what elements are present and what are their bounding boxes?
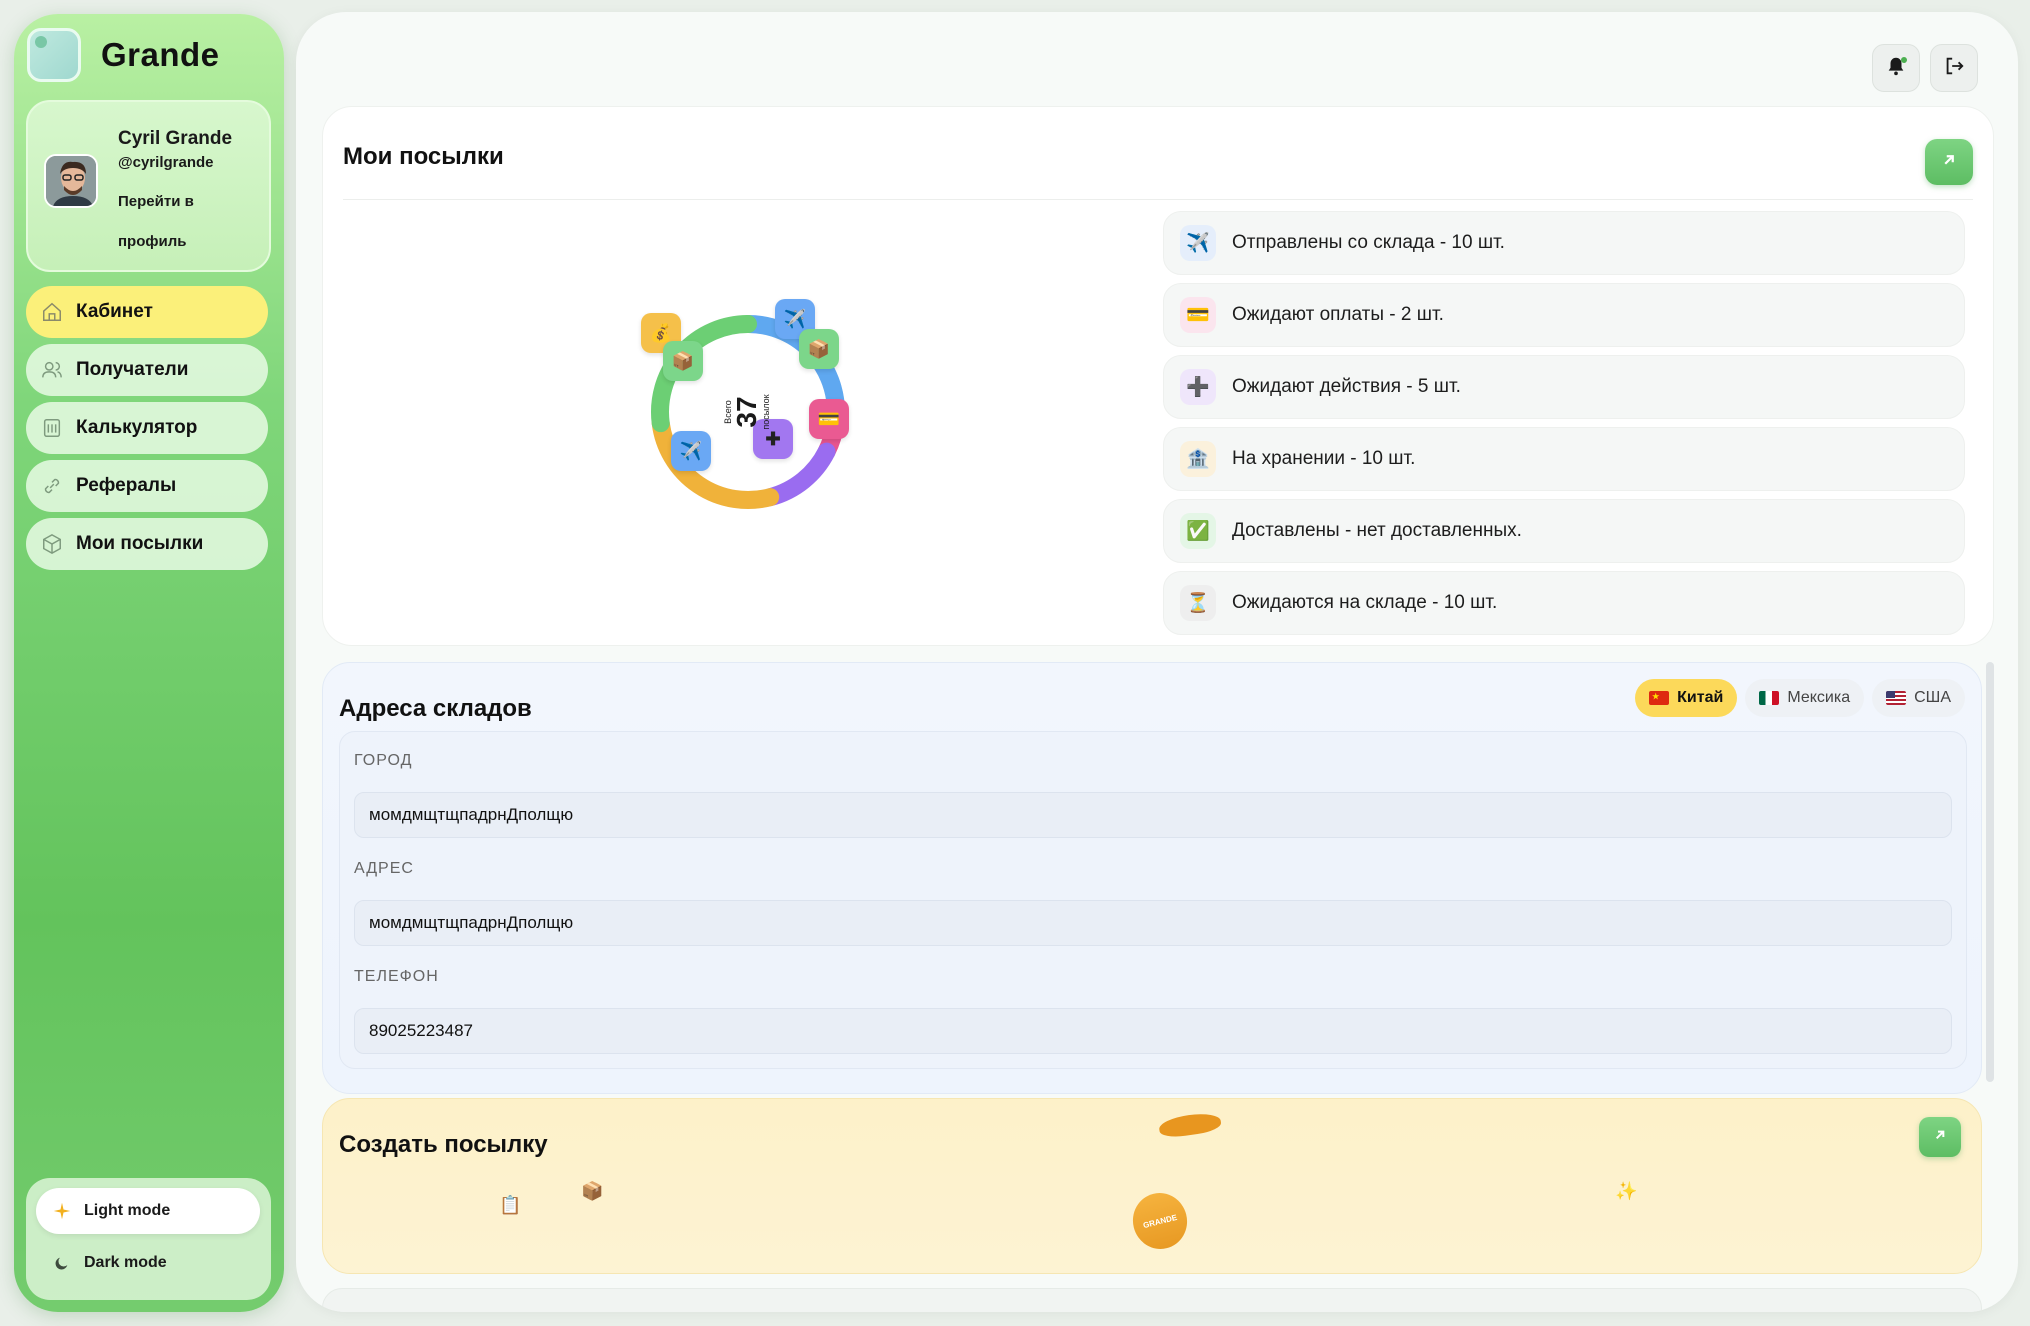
arrow-up-right-icon (1932, 1127, 1948, 1148)
light-mode-label: Light mode (84, 1202, 171, 1219)
warehouses-card: Адреса складов ★ Китай Мексика США ГОРОД… (322, 662, 1982, 1094)
card-icon: 💳 (809, 399, 849, 439)
storage-icon: 🏦 (1180, 441, 1216, 477)
city-field[interactable] (354, 792, 1952, 838)
city-label: ГОРОД (354, 752, 413, 769)
link-icon (40, 474, 64, 498)
status-text: Отправлены со склада - 10 шт. (1232, 232, 1505, 253)
tab-label: Китай (1677, 689, 1724, 706)
phone-label: ТЕЛЕФОН (354, 968, 439, 985)
logout-icon (1943, 55, 1965, 82)
package-icon: 📦 (799, 329, 839, 369)
status-text: На хранении - 10 шт. (1232, 448, 1416, 469)
address-label: АДРЕС (354, 860, 414, 877)
mexico-flag-icon (1759, 691, 1780, 705)
parcels-card: Мои посылки 💰 📦 ✈️ 📦 💳 ✚ ✈️ Всего 37 пос… (322, 106, 1994, 646)
parcels-donut-chart: 💰 📦 ✈️ 📦 💳 ✚ ✈️ Всего 37 посылок (633, 297, 863, 527)
moon-icon (52, 1253, 72, 1273)
status-storage[interactable]: 🏦 На хранении - 10 шт. (1163, 427, 1965, 491)
status-text: Ожидают действия - 5 шт. (1232, 376, 1461, 397)
create-parcel-title: Создать посылку (339, 1131, 548, 1158)
profile-handle: @cyrilgrande (118, 154, 214, 171)
status-awaiting-warehouse[interactable]: ⏳ Ожидаются на складе - 10 шт. (1163, 571, 1965, 635)
donut-total: 37 (731, 396, 762, 428)
check-icon: ✅ (1180, 513, 1216, 549)
grande-badge: GRANDE (1127, 1187, 1193, 1255)
tab-mexico[interactable]: Мексика (1745, 679, 1865, 717)
tab-china[interactable]: ★ Китай (1635, 679, 1738, 717)
sparkle-icon (52, 1201, 72, 1221)
box-icon (40, 532, 64, 556)
light-mode-button[interactable]: Light mode (36, 1188, 260, 1234)
orange-shape (1157, 1110, 1223, 1140)
brand[interactable]: Grande (27, 28, 220, 82)
sidebar-item-cabinet[interactable]: Кабинет (26, 286, 268, 338)
status-text: Ожидаются на складе - 10 шт. (1232, 592, 1498, 613)
status-text: Ожидают оплаты - 2 шт. (1232, 304, 1444, 325)
country-tabs: ★ Китай Мексика США (1627, 679, 1965, 717)
create-parcel-card: Создать посылку 📋 📦 ✨ GRANDE (322, 1098, 1982, 1274)
tab-label: США (1914, 689, 1951, 706)
users-icon (40, 358, 64, 382)
phone-field[interactable] (354, 1008, 1952, 1054)
sidebar-item-referrals[interactable]: Рефералы (26, 460, 268, 512)
arrow-up-right-icon (1940, 151, 1958, 174)
divider (343, 199, 1973, 200)
tab-label: Мексика (1787, 689, 1851, 706)
hourglass-icon: ⏳ (1180, 585, 1216, 621)
usa-flag-icon (1886, 691, 1907, 705)
donut-center: Всего 37 посылок (723, 367, 773, 457)
sidebar-item-label: Мои посылки (76, 533, 204, 554)
sidebar: Grande Cyril Grande @cyrilgrande Перейти… (14, 14, 284, 1312)
sidebar-item-label: Получатели (76, 359, 189, 380)
package-icon: 📦 (581, 1181, 604, 1201)
calculator-icon (40, 416, 64, 440)
home-icon (40, 300, 64, 324)
status-awaiting-payment[interactable]: 💳 Ожидают оплаты - 2 шт. (1163, 283, 1965, 347)
airplane-icon: ✈️ (671, 431, 711, 471)
logo-icon (27, 28, 81, 82)
open-parcels-button[interactable] (1925, 139, 1973, 185)
address-fields: ГОРОД АДРЕС ТЕЛЕФОН (339, 731, 1967, 1069)
avatar (44, 154, 98, 208)
sidebar-item-my-parcels[interactable]: Мои посылки (26, 518, 268, 570)
warehouses-title: Адреса складов (339, 695, 532, 722)
profile-link[interactable]: Перейти в профиль (118, 182, 228, 262)
dark-mode-label: Dark mode (84, 1254, 167, 1271)
parcels-title: Мои посылки (343, 143, 504, 170)
address-field[interactable] (354, 900, 1952, 946)
app-name: Grande (101, 36, 220, 73)
create-parcel-button[interactable] (1919, 1117, 1961, 1157)
card-icon: 💳 (1180, 297, 1216, 333)
sidebar-item-recipients[interactable]: Получатели (26, 344, 268, 396)
sidebar-item-label: Рефералы (76, 475, 177, 496)
main-panel: Мои посылки 💰 📦 ✈️ 📦 💳 ✚ ✈️ Всего 37 пос… (296, 12, 2018, 1312)
theme-switcher: Light mode Dark mode (26, 1178, 271, 1300)
tab-usa[interactable]: США (1872, 679, 1965, 717)
status-text: Доставлены - нет доставленных. (1232, 520, 1522, 541)
profile-card[interactable]: Cyril Grande @cyrilgrande Перейти в проф… (26, 100, 271, 272)
dark-mode-button[interactable]: Dark mode (36, 1240, 260, 1286)
status-delivered[interactable]: ✅ Доставлены - нет доставленных. (1163, 499, 1965, 563)
sidebar-item-label: Калькулятор (76, 417, 198, 438)
sparkle-icon: ✨ (1615, 1181, 1638, 1201)
scrollbar[interactable] (1986, 662, 1994, 1082)
plus-icon: ➕ (1180, 369, 1216, 405)
sidebar-item-label: Кабинет (76, 301, 153, 322)
status-sent[interactable]: ✈️ Отправлены со склада - 10 шт. (1163, 211, 1965, 275)
notifications-button[interactable] (1872, 44, 1920, 92)
next-card (322, 1288, 1982, 1312)
china-flag-icon: ★ (1649, 691, 1670, 705)
notification-dot (1901, 57, 1907, 63)
donut-caption-bottom: посылок (761, 394, 771, 430)
profile-name: Cyril Grande (118, 128, 233, 149)
status-awaiting-action[interactable]: ➕ Ожидают действия - 5 шт. (1163, 355, 1965, 419)
airplane-icon: ✈️ (1180, 225, 1216, 261)
logout-button[interactable] (1930, 44, 1978, 92)
clipboard-icon: 📋 (499, 1195, 522, 1215)
sidebar-item-calculator[interactable]: Калькулятор (26, 402, 268, 454)
package-icon: 📦 (663, 341, 703, 381)
